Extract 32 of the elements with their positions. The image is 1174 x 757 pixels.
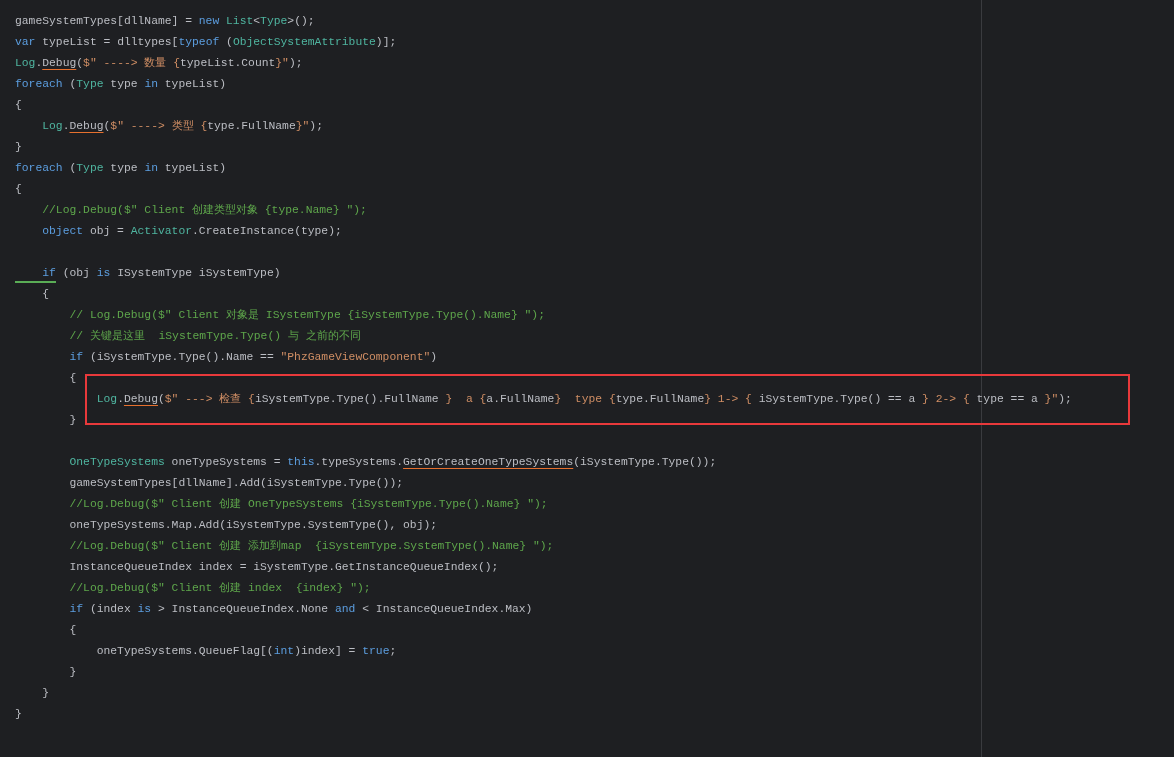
code-line: InstanceQueueIndex index = iSystemType.GetInstanceQueueIndex();: [68, 560, 499, 575]
code-line: }: [68, 665, 77, 680]
code-line: //Log.Debug($" Client 创建 index {index} ");: [68, 581, 371, 596]
code-line: object obj = Activator.CreateInstance(type);: [41, 224, 342, 239]
code-line: }: [14, 140, 22, 155]
code-line: //Log.Debug($" Client 创建 添加到map {iSystemType.SystemType().Name} ");: [68, 539, 554, 554]
code-line: // Log.Debug($" Client 对象是 ISystemType {iSystemType.Type().Name} ");: [68, 308, 545, 323]
code-line: gameSystemTypes[dllName] = new List<Type>();: [14, 14, 315, 29]
code-line: }: [41, 686, 50, 701]
code-line: Log.Debug($" ----> 类型 {type.FullName}");: [41, 119, 323, 134]
code-line: {: [68, 371, 77, 386]
code-line: {: [14, 98, 22, 113]
code-line: if (obj is ISystemType iSystemType): [0, 263, 281, 284]
code-line: //Log.Debug($" Client 创建 OneTypeSystems {iSystemType.Type().Name} ");: [68, 497, 548, 512]
code-line: Log.Debug($" ---> 检查 {iSystemType.Type().FullName } a {a.FullName} type {type.FullName} 1-> { iSystemType.Type() == a } 2-> { type == a }");: [95, 392, 1072, 407]
code-line: var typeList = dlltypes[typeof (ObjectSystemAttribute)];: [14, 35, 397, 50]
code-line: if (iSystemType.Type().Name == "PhzGameViewComponent"): [68, 350, 438, 365]
code-line: oneTypeSystems.QueueFlag[(int)index] = true;: [95, 644, 397, 659]
code-line: // 关键是这里 iSystemType.Type() 与 之前的不同: [68, 329, 361, 344]
code-line: }: [14, 707, 22, 722]
code-line: foreach (Type type in typeList): [14, 77, 227, 92]
code-line: if (index is > InstanceQueueIndex.None and < InstanceQueueIndex.Max): [68, 602, 533, 617]
code-line: {: [14, 182, 22, 197]
code-line: OneTypeSystems oneTypeSystems = this.typeSystems.GetOrCreateOneTypeSystems(iSystemType.Type());: [68, 455, 717, 470]
code-line: }: [68, 413, 77, 428]
code-line: gameSystemTypes[dllName].Add(iSystemType.Type());: [68, 476, 404, 491]
code-line: Log.Debug($" ----> 数量 {typeList.Count}");: [14, 56, 303, 71]
code-line: //Log.Debug($" Client 创建类型对象 {type.Name} ");: [41, 203, 367, 218]
code-line: oneTypeSystems.Map.Add(iSystemType.SystemType(), obj);: [68, 518, 438, 533]
code-line: {: [68, 623, 77, 638]
code-line: foreach (Type type in typeList): [14, 161, 227, 176]
code-line: {: [41, 287, 50, 302]
